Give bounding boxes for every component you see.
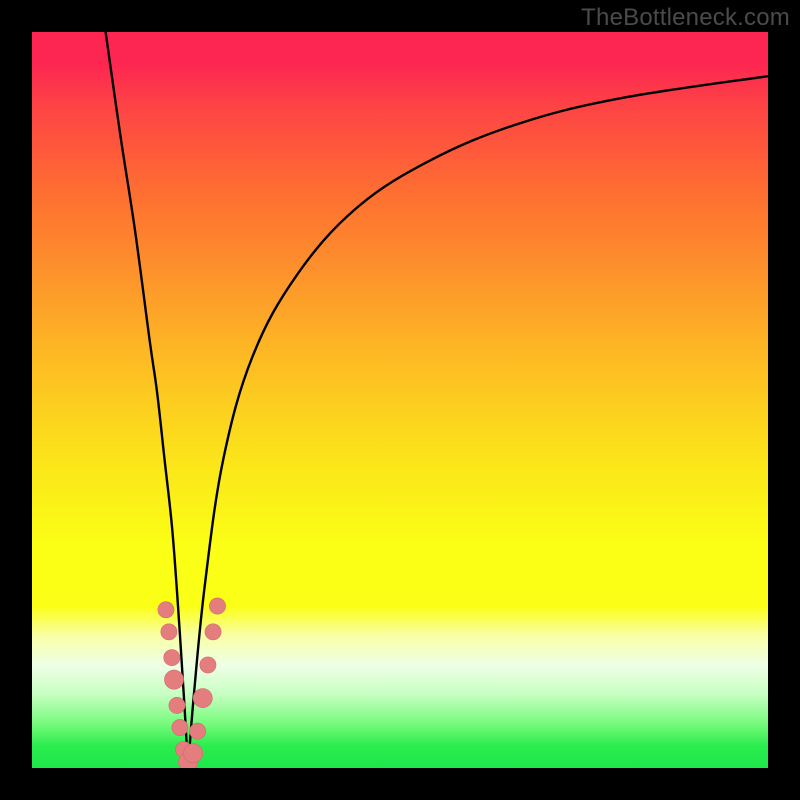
data-marker (164, 670, 183, 689)
data-marker (205, 624, 221, 640)
data-marker (184, 744, 203, 763)
curve-right-branch (188, 76, 768, 768)
data-marker (209, 598, 225, 614)
data-marker (169, 697, 185, 713)
data-marker (164, 650, 180, 666)
data-marker (172, 719, 188, 735)
curve-layer (32, 32, 768, 768)
watermark-text: TheBottleneck.com (581, 4, 790, 32)
marker-group (158, 598, 226, 768)
data-marker (193, 689, 212, 708)
data-marker (200, 657, 216, 673)
data-marker (190, 723, 206, 739)
data-marker (161, 624, 177, 640)
plot-area (32, 32, 768, 768)
data-marker (158, 602, 174, 618)
chart-frame: TheBottleneck.com (0, 0, 800, 800)
